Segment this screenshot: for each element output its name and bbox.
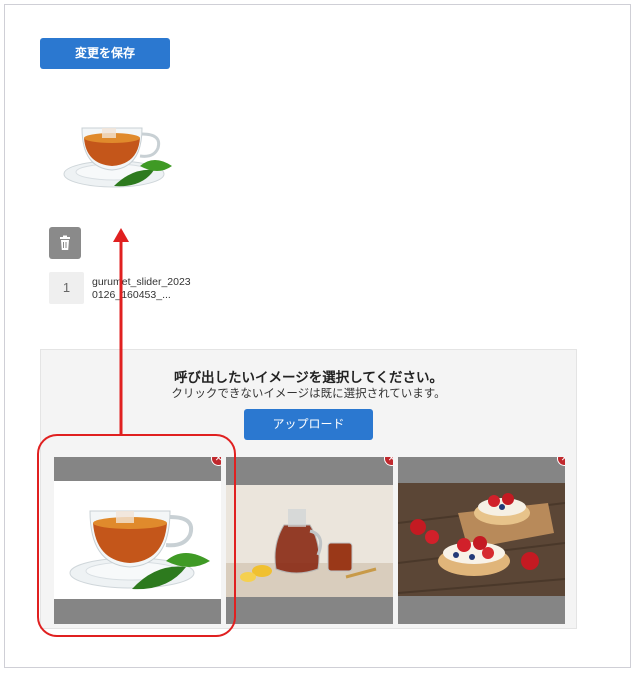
image-order-index[interactable]: 1	[49, 272, 84, 304]
thumbnail-strawberry-tarts[interactable]: ✕	[398, 457, 565, 624]
upload-button[interactable]: アップロード	[244, 409, 373, 440]
thumbnail-tea-pot[interactable]: ✕	[226, 457, 393, 624]
tea-pot-image	[226, 485, 393, 597]
picker-subtitle: クリックできないイメージは既に選択されています。	[171, 386, 446, 400]
picker-title: 呼び出したいイメージを選択してください。	[174, 370, 443, 386]
remove-icon[interactable]: ✕	[385, 457, 393, 465]
trash-icon	[60, 235, 70, 250]
strawberry-tarts-image	[398, 483, 565, 596]
image-filename: gurumet_slider_20230126_160453_...	[92, 276, 191, 301]
delete-image-button[interactable]	[49, 227, 81, 259]
remove-icon[interactable]: ✕	[558, 457, 565, 465]
selected-image-preview	[62, 108, 174, 194]
highlight-selected-thumbnail	[37, 434, 236, 637]
save-changes-button[interactable]: 変更を保存	[40, 38, 170, 69]
